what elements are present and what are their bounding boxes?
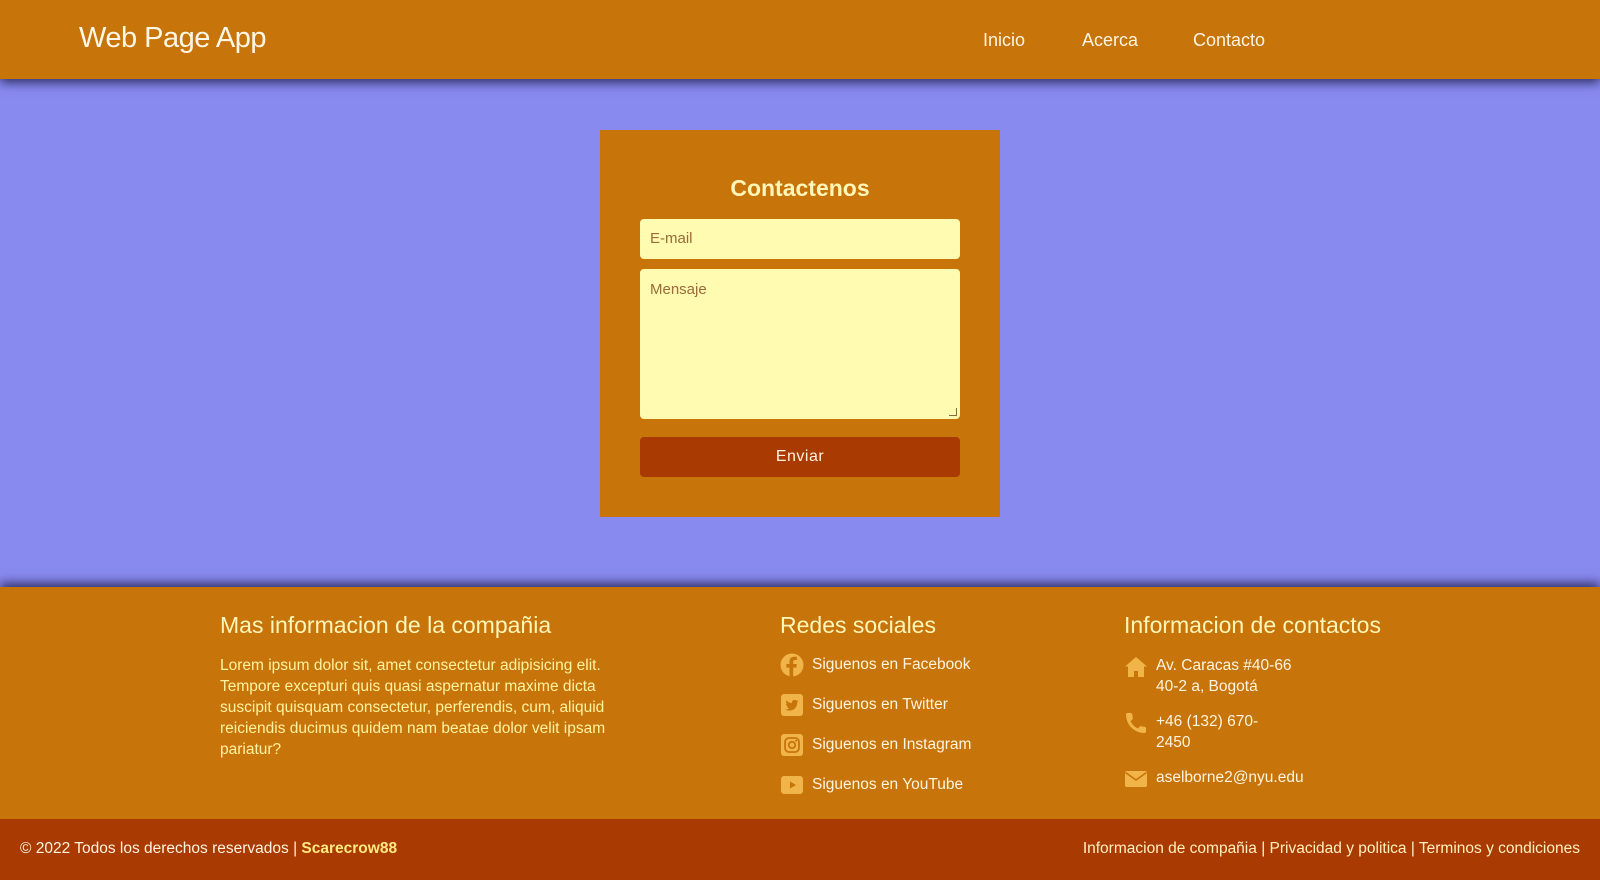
social-link-facebook[interactable]: Siguenos en Facebook xyxy=(780,653,971,677)
social-label: Siguenos en Twitter xyxy=(812,696,948,713)
instagram-icon xyxy=(781,734,803,756)
contact-phone: +46 (132) 670- 2450 xyxy=(1124,711,1258,753)
owner-link[interactable]: Scarecrow88 xyxy=(301,840,397,857)
social-link-youtube[interactable]: Siguenos en YouTube xyxy=(780,773,963,797)
email-field[interactable]: E-mail xyxy=(640,219,960,259)
envelope-icon xyxy=(1125,771,1147,787)
link-terms[interactable]: Terminos y condiciones xyxy=(1419,840,1580,857)
about-title: Mas informacion de la compañia xyxy=(220,612,552,638)
link-privacy[interactable]: Privacidad y politica xyxy=(1270,840,1407,857)
legal-links: Informacion de compañia | Privacidad y p… xyxy=(1083,840,1580,858)
social-title: Redes sociales xyxy=(780,612,936,638)
brand-logo[interactable]: Web Page App xyxy=(79,22,266,55)
send-button[interactable]: Enviar xyxy=(640,437,960,477)
separator: | xyxy=(1261,840,1266,857)
copyright: © 2022 Todos los derechos reservados | S… xyxy=(20,840,397,858)
address-line-2: 40-2 a, Bogotá xyxy=(1156,678,1258,695)
home-icon xyxy=(1125,657,1147,677)
facebook-icon xyxy=(780,653,804,677)
contact-email[interactable]: aselborne2@nyu.edu xyxy=(1124,767,1304,791)
social-label: Siguenos en Instagram xyxy=(812,736,972,753)
resize-handle-icon[interactable] xyxy=(949,408,957,416)
message-textarea[interactable]: Mensaje xyxy=(640,269,960,419)
separator: | xyxy=(1410,840,1415,857)
youtube-icon xyxy=(781,776,803,794)
about-text: Lorem ipsum dolor sit, amet consectetur … xyxy=(220,657,606,758)
link-company-info[interactable]: Informacion de compañia xyxy=(1083,840,1257,857)
contact-info-title: Informacion de contactos xyxy=(1124,612,1381,638)
contact-email-text: aselborne2@nyu.edu xyxy=(1156,769,1304,786)
nav-link-inicio[interactable]: Inicio xyxy=(983,30,1025,51)
contact-form-card: Contactenos E-mail Mensaje Enviar xyxy=(600,130,1000,517)
copyright-text: © 2022 Todos los derechos reservados | xyxy=(20,840,298,857)
bottom-bar: © 2022 Todos los derechos reservados | S… xyxy=(0,819,1600,880)
social-label: Siguenos en Facebook xyxy=(812,656,971,673)
contact-form-title: Contactenos xyxy=(730,175,870,201)
top-navbar: Web Page App Inicio Acerca Contacto xyxy=(0,0,1600,79)
social-link-twitter[interactable]: Siguenos en Twitter xyxy=(780,693,948,717)
social-label: Siguenos en YouTube xyxy=(812,776,964,793)
site-footer: Mas informacion de la compañia Lorem ips… xyxy=(0,587,1600,819)
message-placeholder: Mensaje xyxy=(650,281,707,298)
nav-link-acerca[interactable]: Acerca xyxy=(1082,30,1138,51)
phone-icon xyxy=(1126,713,1146,733)
social-link-instagram[interactable]: Siguenos en Instagram xyxy=(780,733,971,757)
nav-link-contacto[interactable]: Contacto xyxy=(1193,30,1265,51)
contact-address: Av. Caracas #40-66 40-2 a, Bogotá xyxy=(1124,655,1292,697)
twitter-icon xyxy=(781,694,803,716)
phone-line-1: +46 (132) 670- xyxy=(1156,713,1259,730)
phone-line-2: 2450 xyxy=(1156,734,1191,751)
address-line-1: Av. Caracas #40-66 xyxy=(1156,657,1292,674)
